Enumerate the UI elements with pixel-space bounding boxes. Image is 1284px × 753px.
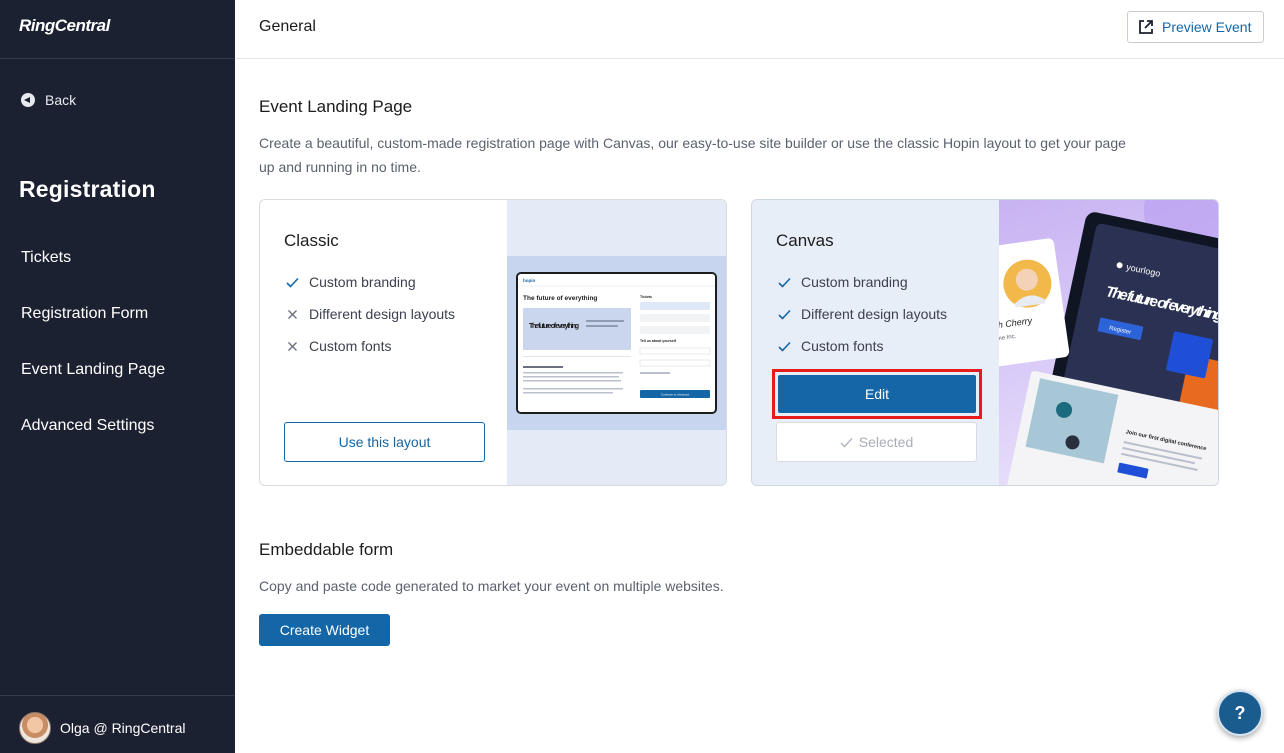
back-arrow-icon <box>21 93 35 107</box>
canvas-feature-label: Different design layouts <box>801 306 948 322</box>
user-menu[interactable]: Olga @ RingCentral <box>19 712 186 744</box>
sidebar: RingCentral Back Registration Tickets Re… <box>0 0 235 753</box>
canvas-mock-illustration: yourlogo The future of everything Regist… <box>999 200 1218 485</box>
classic-mock-screen: hopin The future of everything The futur… <box>516 272 717 414</box>
preview-event-label: Preview Event <box>1162 19 1252 35</box>
cross-icon <box>288 341 297 351</box>
external-link-icon <box>1139 20 1153 34</box>
canvas-layout-card: Canvas Custom branding Different design … <box>751 199 1219 486</box>
preview-event-button[interactable]: Preview Event <box>1127 11 1264 43</box>
back-link[interactable]: Back <box>21 92 76 108</box>
classic-title: Classic <box>284 231 339 250</box>
sidebar-item-event-landing-page[interactable]: Event Landing Page <box>21 361 165 379</box>
edit-highlight: Edit <box>772 369 982 419</box>
page-title: General <box>259 18 316 35</box>
check-icon <box>778 309 791 320</box>
landing-heading: Event Landing Page <box>259 97 413 116</box>
canvas-feature: Custom fonts <box>778 338 883 354</box>
landing-description-line1: Create a beautiful, custom-made registra… <box>259 135 1126 151</box>
check-icon <box>778 341 791 352</box>
mock-panel-question: Tell us about yourself <box>640 339 677 343</box>
check-icon <box>840 437 853 448</box>
classic-preview-image: hopin The future of everything The futur… <box>507 200 726 485</box>
sidebar-divider <box>0 58 235 59</box>
sidebar-item-tickets[interactable]: Tickets <box>21 249 71 267</box>
mock-cta: Continue to checkout <box>661 393 689 397</box>
sidebar-item-registration-form[interactable]: Registration Form <box>21 305 148 323</box>
canvas-feature-label: Custom fonts <box>801 338 884 354</box>
page-header: General Preview Event <box>235 0 1284 59</box>
cross-icon <box>288 309 297 319</box>
edit-button[interactable]: Edit <box>778 375 976 413</box>
mock-hero-text: The future of everything <box>529 323 579 330</box>
landing-description-line2: up and running in no time. <box>259 159 421 175</box>
classic-feature: Different design layouts <box>286 306 455 322</box>
check-icon <box>778 277 791 288</box>
sidebar-section-title: Registration <box>19 176 156 202</box>
classic-feature-label: Custom branding <box>309 274 416 290</box>
create-widget-button[interactable]: Create Widget <box>259 614 390 646</box>
selected-label: Selected <box>858 434 914 450</box>
mock-brand: hopin <box>523 278 535 283</box>
classic-feature: Custom fonts <box>286 338 391 354</box>
sidebar-divider-bottom <box>0 695 235 696</box>
classic-mock-illustration: hopin The future of everything The futur… <box>518 274 715 412</box>
selected-button: Selected <box>776 422 977 462</box>
mock-headline: The future of everything <box>523 295 597 302</box>
classic-feature-label: Custom fonts <box>309 338 392 354</box>
sidebar-item-advanced-settings[interactable]: Advanced Settings <box>21 417 154 435</box>
embed-heading: Embeddable form <box>259 540 394 559</box>
use-this-layout-button[interactable]: Use this layout <box>284 422 485 462</box>
classic-feature-label: Different design layouts <box>309 306 456 322</box>
back-label: Back <box>45 92 77 108</box>
canvas-preview-image: yourlogo The future of everything Regist… <box>999 200 1218 485</box>
check-icon <box>286 277 299 288</box>
help-button[interactable]: ? <box>1217 690 1263 736</box>
embed-description: Copy and paste code generated to market … <box>259 578 724 594</box>
user-name: Olga @ RingCentral <box>60 720 186 736</box>
classic-layout-card: Classic Custom branding Different design… <box>259 199 727 486</box>
canvas-feature: Different design layouts <box>778 306 947 322</box>
ringcentral-logo: RingCentral <box>19 16 110 35</box>
canvas-title: Canvas <box>776 231 834 250</box>
avatar <box>19 712 51 744</box>
canvas-feature-label: Custom branding <box>801 274 908 290</box>
canvas-feature: Custom branding <box>778 274 908 290</box>
mock-panel-title: Tickets <box>640 295 652 299</box>
classic-feature: Custom branding <box>286 274 416 290</box>
